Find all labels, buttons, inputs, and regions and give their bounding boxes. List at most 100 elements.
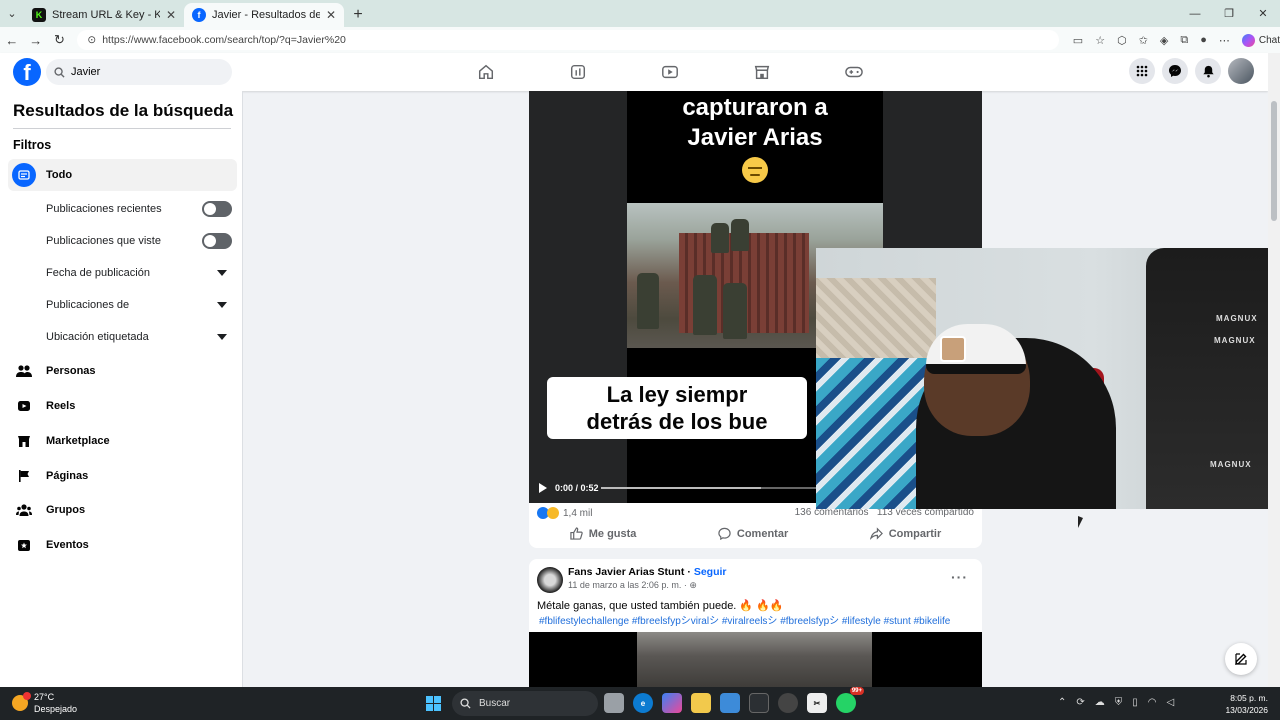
tab-actions-menu-icon[interactable]: ⌄	[0, 0, 24, 27]
new-tab-button[interactable]: +	[344, 3, 372, 27]
share-button[interactable]: Compartir	[860, 525, 952, 542]
facebook-logo[interactable]: f	[13, 58, 41, 86]
sync-icon[interactable]: ⟳	[1076, 697, 1084, 708]
facebook-search-box[interactable]	[46, 59, 232, 85]
chair-brand-text: MAGNUX	[1214, 336, 1256, 345]
tab-facebook-search[interactable]: f Javier - Resultados de búsqueda | Face…	[184, 3, 344, 27]
taskbar-search[interactable]: Buscar	[452, 691, 598, 716]
browser-essentials-icon[interactable]: ◈	[1160, 34, 1168, 47]
search-input[interactable]	[71, 66, 221, 78]
account-avatar[interactable]	[1228, 58, 1254, 84]
gaming-icon[interactable]	[808, 61, 900, 83]
post-hashtags[interactable]: #fblifestylechallenge #fbreelsfypシviralシ…	[539, 612, 950, 627]
soldier-figure	[723, 283, 747, 339]
posts-seen-toggle[interactable]	[202, 233, 232, 249]
sidebar-item-personas[interactable]: Personas	[8, 355, 237, 387]
collections-icon[interactable]: ⧉	[1180, 34, 1188, 47]
filter-date-posted[interactable]: Fecha de publicación	[46, 267, 232, 279]
play-icon[interactable]	[539, 483, 547, 493]
filter-posts-seen[interactable]: Publicaciones que viste	[46, 233, 232, 249]
more-options-icon[interactable]: ···	[951, 569, 968, 585]
page-scrollbar[interactable]	[1268, 53, 1280, 687]
sidebar-item-paginas[interactable]: Páginas	[8, 460, 237, 492]
weather-widget[interactable]: 27°C Despejado	[12, 691, 77, 715]
extensions-icon[interactable]: ⬡	[1117, 34, 1127, 47]
back-icon[interactable]: ←	[0, 33, 24, 48]
webcam-overlay: MAGNUX MAGNUX MAGNUX	[816, 248, 1280, 509]
tab-kick-dashboard[interactable]: K Stream URL & Key - Kick Dashboard ✕	[24, 3, 184, 27]
follow-link[interactable]: Seguir	[694, 566, 727, 578]
copilot-chat-button[interactable]: Chat	[1241, 33, 1280, 47]
favorite-star-icon[interactable]: ☆	[1095, 34, 1105, 47]
system-tray: ⌃ ⟳ ☁ ⛨ ▯ ◠ ◁	[1058, 697, 1174, 708]
marketplace-icon	[12, 429, 36, 453]
messenger-icon[interactable]	[1162, 58, 1188, 84]
new-message-button[interactable]	[1225, 643, 1257, 675]
pages-icon[interactable]	[532, 61, 624, 83]
close-tab-icon[interactable]: ✕	[326, 8, 336, 22]
notifications-bell-icon[interactable]	[1195, 58, 1221, 84]
favorites-icon[interactable]: ✩	[1139, 34, 1148, 47]
whatsapp-icon[interactable]: 99+	[836, 687, 864, 713]
more-options-icon[interactable]: ⋯	[1219, 34, 1230, 47]
comment-button[interactable]: Comentar	[708, 525, 798, 542]
url-field[interactable]: ⊙ https://www.facebook.com/search/top/?q…	[77, 30, 1059, 50]
wifi-icon[interactable]: ◠	[1148, 697, 1157, 708]
battery-icon[interactable]: ▯	[1132, 697, 1138, 708]
minimize-icon[interactable]: —	[1178, 0, 1212, 27]
video-time: 0:00 / 0:52	[555, 483, 599, 493]
close-tab-icon[interactable]: ✕	[166, 8, 176, 22]
profile-icon[interactable]: ●	[1200, 34, 1207, 46]
video-caption-bottom: La ley siempr detrás de los bue	[547, 377, 807, 439]
copilot-app-icon[interactable]	[662, 693, 682, 713]
read-mode-icon[interactable]: ▭	[1073, 34, 1083, 47]
post-video[interactable]	[529, 632, 982, 687]
caption-line: detrás de los bue	[586, 409, 768, 434]
cloud-icon[interactable]: ☁	[1095, 697, 1105, 708]
page-avatar[interactable]	[537, 567, 563, 593]
edge-browser-icon[interactable]: e	[633, 693, 653, 713]
chevron-up-icon[interactable]: ⌃	[1058, 697, 1066, 708]
sidebar-item-eventos[interactable]: Eventos	[8, 529, 237, 561]
like-button[interactable]: Me gusta	[560, 525, 647, 542]
task-view-icon[interactable]	[604, 693, 624, 713]
restore-icon[interactable]: ❐	[1212, 0, 1246, 27]
video-icon[interactable]	[624, 61, 716, 83]
filter-todo[interactable]: Todo	[8, 159, 237, 191]
soldier-figure	[637, 273, 659, 329]
site-info-icon[interactable]: ⊙	[87, 34, 96, 46]
chevron-down-icon	[217, 270, 227, 276]
sidebar-item-reels[interactable]: Reels	[8, 390, 237, 422]
filter-recent-posts[interactable]: Publicaciones recientes	[46, 201, 232, 217]
timestamp-text[interactable]: 11 de marzo a las 2:06 p. m. ·	[568, 580, 687, 590]
post-author[interactable]: Fans Javier Arias Stunt	[568, 566, 684, 578]
recent-posts-toggle[interactable]	[202, 201, 232, 217]
streaming-app-icon[interactable]	[778, 693, 798, 713]
temperature: 27°C	[34, 692, 55, 702]
menu-grid-icon[interactable]	[1129, 58, 1155, 84]
shield-icon[interactable]: ⛨	[1115, 697, 1123, 708]
capcut-icon[interactable]: ✂	[807, 693, 827, 713]
weather-text: 27°C Despejado	[34, 691, 77, 715]
filter-posts-from[interactable]: Publicaciones de	[46, 299, 232, 311]
filter-tagged-location[interactable]: Ubicación etiquetada	[46, 331, 232, 343]
system-clock[interactable]: 8:05 p. m. 13/03/2026	[1225, 692, 1268, 716]
scrollbar-thumb[interactable]	[1271, 101, 1277, 221]
obs-app-icon[interactable]	[749, 693, 769, 713]
reactions[interactable]: 1,4 mil	[537, 507, 592, 519]
chat-label: Chat	[1258, 34, 1280, 46]
refresh-icon[interactable]: ↻	[48, 32, 72, 48]
sidebar-item-marketplace[interactable]: Marketplace	[8, 425, 237, 457]
marketplace-icon[interactable]	[716, 61, 808, 83]
tab-label: Stream URL & Key - Kick Dashboard	[52, 9, 160, 21]
close-window-icon[interactable]: ✕	[1246, 0, 1280, 27]
filter-label: Fecha de publicación	[46, 267, 150, 279]
browser-tab-bar: ⌄ K Stream URL & Key - Kick Dashboard ✕ …	[0, 0, 1280, 27]
sidebar-item-grupos[interactable]: Grupos	[8, 494, 237, 526]
volume-icon[interactable]: ◁	[1167, 697, 1175, 708]
forward-icon[interactable]: →	[24, 33, 48, 48]
store-icon[interactable]	[720, 693, 740, 713]
start-windows-icon[interactable]	[426, 696, 441, 711]
home-icon[interactable]	[440, 61, 532, 83]
file-explorer-icon[interactable]	[691, 693, 711, 713]
